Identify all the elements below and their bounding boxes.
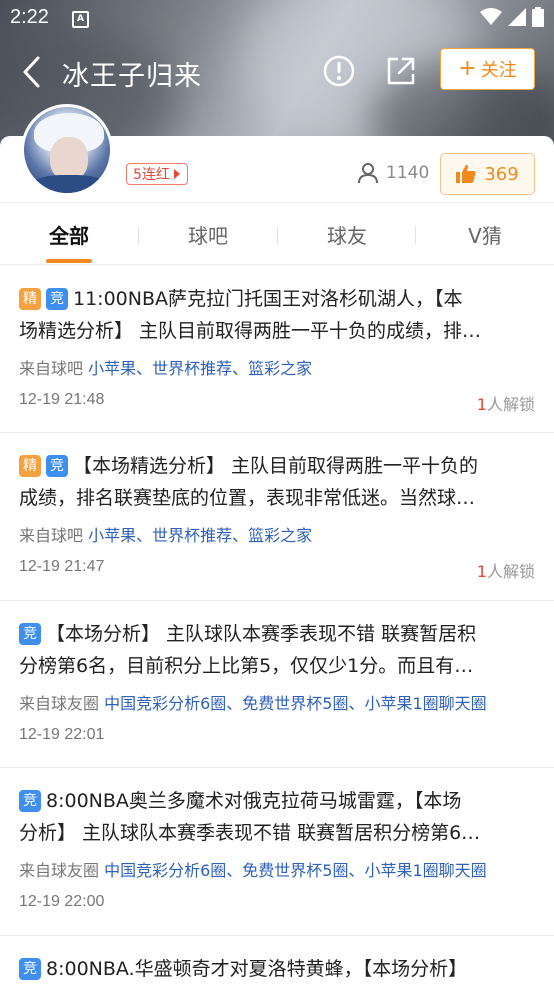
plus-icon: + — [458, 56, 477, 81]
source-links[interactable]: 小苹果、世界杯推荐、篮彩之家 — [88, 359, 312, 378]
report-button[interactable] — [320, 52, 358, 90]
unlock-count: 1人解锁 — [476, 395, 535, 414]
nav-bar: 冰王子归来 + 关注 — [0, 46, 554, 98]
jingcai-tag: 竞 — [19, 623, 41, 645]
post-content: 竞【本场分析】 主队球队本赛季表现不错 联赛暂居积 分榜第6名，目前积分上比第5… — [19, 618, 539, 682]
post-content: 精竞【本场精选分析】 主队目前取得两胜一平十负的 成绩，排名联赛垫底的位置，表现… — [19, 450, 539, 514]
post-line: 8:00NBA.华盛顿奇才对夏洛特黄蜂，【本场分析】 — [46, 958, 468, 980]
tab-label: 球友 — [327, 223, 367, 248]
user-icon — [358, 163, 378, 184]
source-links[interactable]: 小苹果、世界杯推荐、篮彩之家 — [88, 526, 312, 545]
back-button[interactable] — [16, 52, 50, 92]
post-time: 12-19 22:01 — [19, 726, 105, 743]
post-line: 场精选分析】 主队目前取得两胜一平十负的成绩，排… — [19, 320, 482, 342]
battery-icon — [532, 7, 544, 27]
jingcai-tag: 竞 — [46, 455, 68, 477]
fans-number: 1140 — [386, 163, 430, 183]
tab-label: 全部 — [49, 223, 89, 248]
streak-label: 5连红 — [133, 167, 170, 183]
source-links[interactable]: 中国竞彩分析6圈、免费世界杯5圈、小苹果1圈聊天圈 — [104, 861, 487, 880]
tab-indicator — [46, 259, 92, 263]
post-line: 【本场分析】 主队球队本赛季表现不错 联赛暂居积 — [46, 623, 477, 645]
jingcai-tag: 竞 — [19, 790, 41, 812]
post-content: 竞 8:00NBA奥兰多魔术对俄克拉荷马城雷霆，【本场 分析】 主队球队本赛季表现… — [19, 785, 539, 849]
share-icon — [387, 57, 415, 85]
post-line: 分榜第6名，目前积分上比第5，仅仅少1分。而且有… — [19, 655, 474, 677]
tab-ball-friends[interactable]: 球友 — [278, 203, 416, 265]
post-source: 来自球吧 小苹果、世界杯推荐、篮彩之家 — [19, 526, 313, 545]
post-item[interactable]: 竞 8:00NBA.华盛顿奇才对夏洛特黄蜂，【本场分析】 — [0, 935, 554, 984]
post-line: 11:00NBA萨克拉门托国王对洛杉矶湖人，【本 — [73, 288, 463, 310]
source-links[interactable]: 中国竞彩分析6圈、免费世界杯5圈、小苹果1圈聊天圈 — [104, 694, 487, 713]
status-time: 2:22 — [10, 6, 49, 28]
featured-tag: 精 — [19, 455, 41, 477]
fans-count[interactable]: 1140 — [358, 162, 429, 184]
tab-label: V猜 — [468, 223, 502, 248]
likes-number: 369 — [484, 163, 519, 185]
chevron-left-icon — [23, 56, 40, 88]
post-item[interactable]: 竞【本场分析】 主队球队本赛季表现不错 联赛暂居积 分榜第6名，目前积分上比第5… — [0, 600, 554, 768]
post-item[interactable]: 精竞 11:00NBA萨克拉门托国王对洛杉矶湖人，【本 场精选分析】 主队目前取得… — [0, 265, 554, 433]
follow-button[interactable]: + 关注 — [440, 48, 535, 90]
wifi-icon — [480, 8, 502, 25]
featured-tag: 精 — [19, 288, 41, 310]
post-item[interactable]: 竞 8:00NBA奥兰多魔术对俄克拉荷马城雷霆，【本场 分析】 主队球队本赛季表现… — [0, 767, 554, 936]
alert-circle-icon — [323, 55, 355, 87]
tab-bar: 全部 球吧 球友 V猜 — [0, 202, 554, 265]
tab-label: 球吧 — [188, 223, 228, 248]
tab-ball-bar[interactable]: 球吧 — [139, 203, 277, 265]
signal-icon — [508, 8, 526, 26]
follow-label: 关注 — [480, 60, 517, 81]
avatar[interactable] — [21, 104, 113, 196]
post-line: 【本场精选分析】 主队目前取得两胜一平十负的 — [73, 455, 479, 477]
like-button[interactable]: 369 — [440, 153, 535, 195]
streak-badge[interactable]: 5连红 — [126, 163, 188, 185]
post-line: 成绩，排名联赛垫底的位置，表现非常低迷。当然球… — [19, 487, 476, 509]
post-item[interactable]: 精竞【本场精选分析】 主队目前取得两胜一平十负的 成绩，排名联赛垫底的位置，表现… — [0, 432, 554, 601]
tab-all[interactable]: 全部 — [0, 203, 138, 265]
post-time: 12-19 21:47 — [19, 558, 105, 575]
page-title: 冰王子归来 — [62, 61, 202, 91]
jingcai-tag: 竞 — [46, 288, 68, 310]
jingcai-tag: 竞 — [19, 958, 41, 980]
status-bar: 2:22 A — [0, 0, 554, 36]
post-time: 12-19 21:48 — [19, 391, 105, 408]
post-source: 来自球吧 小苹果、世界杯推荐、篮彩之家 — [19, 359, 313, 378]
post-source: 来自球友圈 中国竞彩分析6圈、免费世界杯5圈、小苹果1圈聊天圈 — [19, 694, 487, 713]
post-content: 竞 8:00NBA.华盛顿奇才对夏洛特黄蜂，【本场分析】 — [19, 953, 539, 984]
post-time: 12-19 22:00 — [19, 893, 105, 910]
post-source: 来自球友圈 中国竞彩分析6圈、免费世界杯5圈、小苹果1圈聊天圈 — [19, 861, 487, 880]
thumbs-up-icon — [456, 164, 476, 183]
tab-v-guess[interactable]: V猜 — [416, 203, 554, 265]
notification-icon: A — [72, 11, 89, 28]
post-line: 分析】 主队球队本赛季表现不错 联赛暂居积分榜第6… — [19, 822, 481, 844]
post-content: 精竞 11:00NBA萨克拉门托国王对洛杉矶湖人，【本 场精选分析】 主队目前取得… — [19, 283, 539, 347]
post-line: 8:00NBA奥兰多魔术对俄克拉荷马城雷霆，【本场 — [46, 790, 462, 812]
caret-right-icon — [173, 169, 180, 179]
share-button[interactable] — [382, 52, 420, 90]
unlock-count: 1人解锁 — [476, 562, 535, 581]
